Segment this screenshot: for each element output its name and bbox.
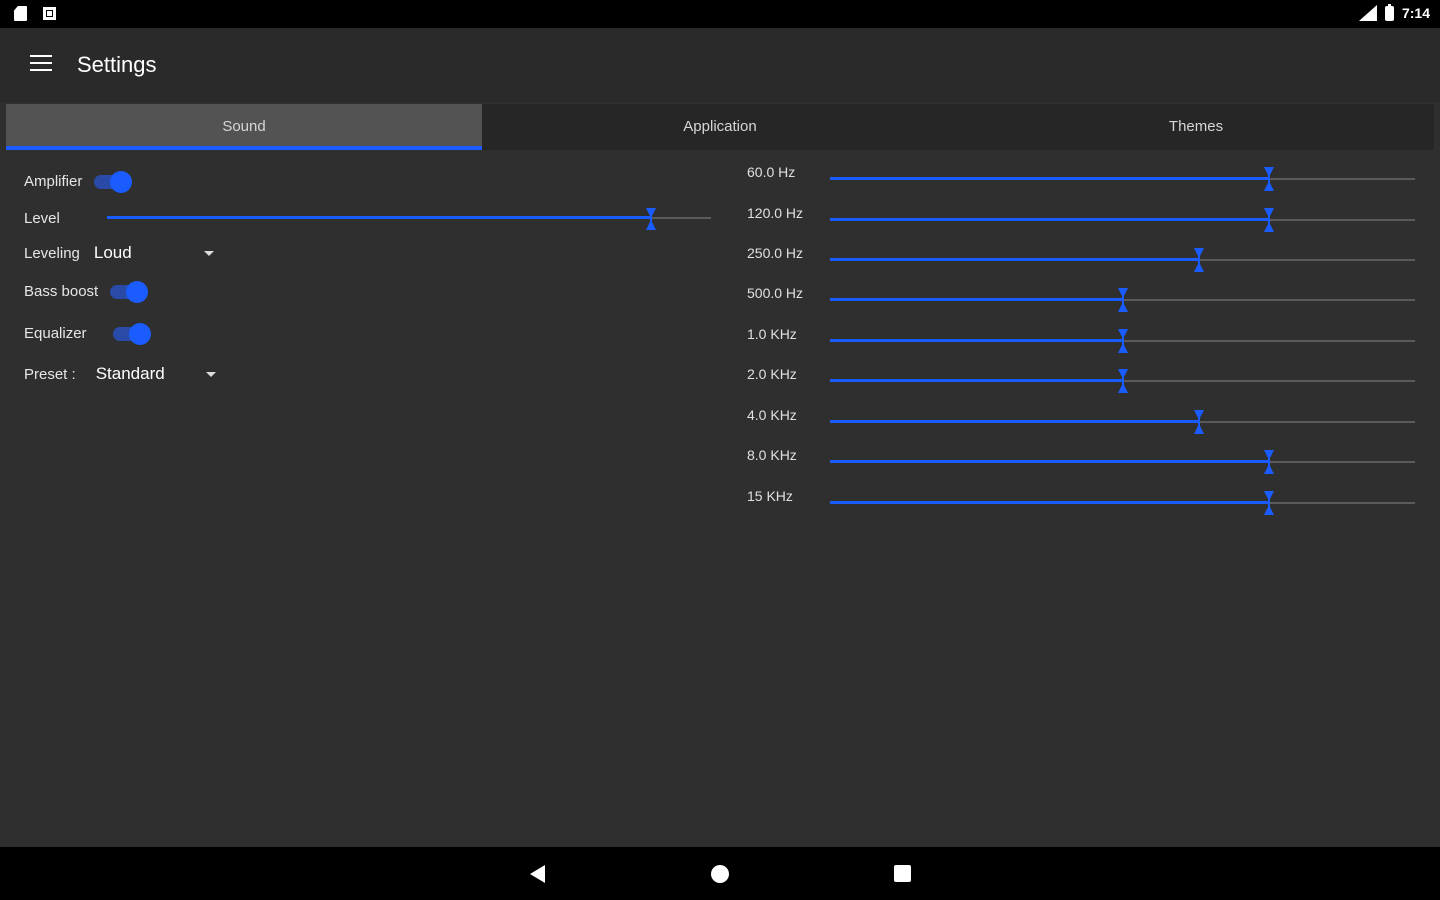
eq-band-slider[interactable]	[830, 166, 1415, 191]
equalizer-row: Equalizer	[24, 323, 151, 345]
eq-band-label: 60.0 Hz	[747, 164, 796, 180]
eq-band-row: 1.0 KHz	[747, 326, 1417, 358]
eq-band-thumb[interactable]	[1117, 288, 1128, 312]
tab-bar: Sound Application Themes	[6, 104, 1434, 150]
eq-band-row: 15 KHz	[747, 488, 1417, 520]
bass-boost-toggle[interactable]	[110, 281, 149, 303]
home-icon[interactable]	[711, 865, 729, 883]
eq-band-row: 60.0 Hz	[747, 164, 1417, 196]
tab-themes[interactable]: Themes	[958, 104, 1434, 150]
notification-icon	[43, 7, 56, 20]
status-bar: 7:14	[0, 0, 1440, 28]
eq-band-slider[interactable]	[830, 490, 1415, 515]
eq-band-thumb[interactable]	[1117, 369, 1128, 393]
leveling-dropdown[interactable]: Loud	[94, 243, 204, 263]
level-label: Level	[24, 210, 60, 227]
preset-dropdown[interactable]: Standard	[96, 364, 206, 384]
eq-band-thumb[interactable]	[1193, 248, 1204, 272]
preset-row: Preset : Standard	[24, 364, 216, 384]
leveling-dropdown-caret-icon[interactable]	[203, 250, 214, 256]
preset-dropdown-caret-icon[interactable]	[205, 371, 216, 377]
eq-band-slider[interactable]	[830, 287, 1415, 312]
tab-sound[interactable]: Sound	[6, 104, 482, 150]
app-bar: Settings	[0, 28, 1440, 102]
sd-card-icon	[14, 6, 27, 21]
eq-band-thumb[interactable]	[1263, 208, 1274, 232]
leveling-label: Leveling	[24, 244, 80, 262]
eq-band-row: 250.0 Hz	[747, 245, 1417, 277]
eq-band-label: 500.0 Hz	[747, 285, 804, 301]
status-clock: 7:14	[1401, 5, 1430, 21]
eq-band-thumb[interactable]	[1263, 450, 1274, 474]
page-title: Settings	[77, 52, 157, 77]
bass-boost-label: Bass boost	[24, 282, 99, 300]
recents-icon[interactable]	[894, 865, 911, 882]
navigation-bar	[0, 847, 1440, 900]
preset-label: Preset :	[24, 365, 76, 383]
amplifier-label: Amplifier	[24, 172, 83, 190]
eq-band-row: 8.0 KHz	[747, 447, 1417, 479]
eq-band-label: 120.0 Hz	[747, 205, 804, 221]
eq-band-row: 120.0 Hz	[747, 205, 1417, 237]
tab-application[interactable]: Application	[482, 104, 958, 150]
back-icon[interactable]	[530, 865, 545, 883]
eq-band-slider[interactable]	[830, 449, 1415, 474]
level-slider[interactable]	[107, 208, 711, 230]
eq-band-thumb[interactable]	[1263, 491, 1274, 515]
amplifier-row: Amplifier	[24, 171, 133, 193]
status-left-icons	[14, 6, 56, 21]
eq-band-thumb[interactable]	[1117, 329, 1128, 353]
eq-band-slider[interactable]	[830, 207, 1415, 232]
eq-band-thumb[interactable]	[1263, 167, 1274, 191]
eq-band-row: 4.0 KHz	[747, 407, 1417, 439]
eq-band-thumb[interactable]	[1193, 410, 1204, 434]
bass-boost-row: Bass boost	[24, 281, 149, 303]
eq-band-label: 8.0 KHz	[747, 447, 797, 463]
eq-band-label: 250.0 Hz	[747, 245, 804, 261]
status-right-icons: 7:14	[1358, 3, 1430, 21]
battery-icon	[1384, 3, 1394, 21]
level-row: Level	[24, 210, 60, 227]
eq-band-slider[interactable]	[830, 368, 1415, 393]
eq-band-row: 2.0 KHz	[747, 366, 1417, 398]
eq-band-label: 1.0 KHz	[747, 326, 797, 342]
eq-band-slider[interactable]	[830, 409, 1415, 434]
equalizer-toggle[interactable]	[112, 323, 151, 345]
level-slider-thumb[interactable]	[645, 208, 656, 230]
eq-band-slider[interactable]	[830, 328, 1415, 353]
equalizer-label: Equalizer	[24, 324, 87, 342]
eq-band-label: 4.0 KHz	[747, 407, 797, 423]
leveling-row: Leveling Loud	[24, 243, 214, 263]
amplifier-toggle[interactable]	[94, 171, 133, 193]
signal-icon	[1358, 5, 1377, 21]
eq-band-label: 2.0 KHz	[747, 366, 797, 382]
eq-band-label: 15 KHz	[747, 488, 793, 504]
eq-band-row: 500.0 Hz	[747, 285, 1417, 317]
hamburger-menu-icon[interactable]	[30, 55, 52, 71]
eq-band-slider[interactable]	[830, 247, 1415, 272]
